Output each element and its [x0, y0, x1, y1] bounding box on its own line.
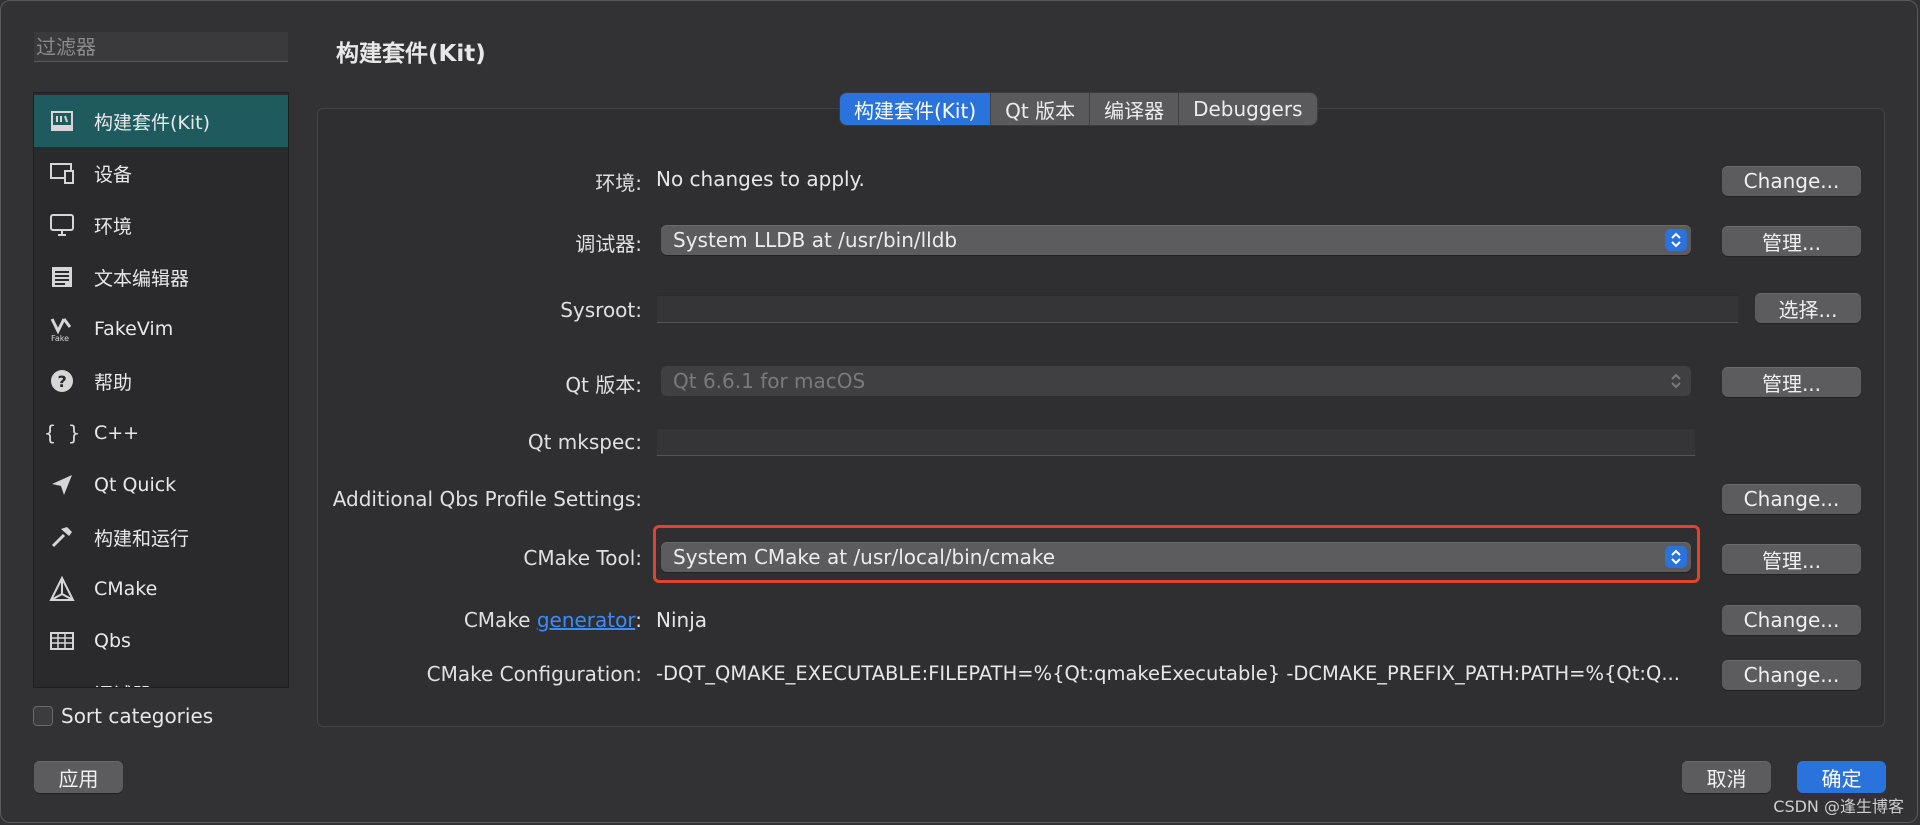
- kit-icon: [48, 107, 76, 135]
- svg-text:?: ?: [58, 372, 67, 391]
- qbs-settings-label: Additional Qbs Profile Settings:: [332, 487, 642, 511]
- qbs-change-button[interactable]: Change...: [1722, 484, 1861, 514]
- sidebar-item-fakevim[interactable]: Fake FakeVim: [34, 303, 288, 355]
- debugger-manage-button[interactable]: 管理...: [1722, 226, 1861, 256]
- sysroot-label: Sysroot:: [560, 298, 642, 322]
- sidebar-item-label: 帮助: [94, 371, 133, 394]
- sidebar-item-environment[interactable]: 环境: [34, 199, 288, 251]
- qt-quick-icon: [48, 471, 76, 499]
- watermark: CSDN @逢生博客: [1773, 797, 1904, 816]
- cmake-generator-label-suffix: :: [635, 608, 642, 632]
- debugger-icon: [48, 679, 76, 687]
- help-icon: ?: [48, 367, 76, 395]
- page-title: 构建套件(Kit): [336, 41, 486, 67]
- qt-version-select-value: Qt 6.6.1 for macOS: [673, 369, 866, 393]
- cmake-tool-select[interactable]: System CMake at /usr/local/bin/cmake: [661, 542, 1691, 572]
- sidebar-item-label: 构建套件(Kit): [94, 111, 211, 134]
- sidebar-item-label: 设备: [94, 163, 133, 186]
- debugger-select[interactable]: System LLDB at /usr/bin/lldb: [661, 225, 1691, 255]
- cancel-button[interactable]: 取消: [1682, 761, 1771, 793]
- tab-compilers[interactable]: 编译器: [1090, 93, 1180, 125]
- sidebar-item-label: 文本编辑器: [94, 267, 190, 290]
- tab-debuggers[interactable]: Debuggers: [1179, 93, 1316, 125]
- environment-label: 环境:: [595, 171, 642, 195]
- kit-settings-panel: [317, 108, 1885, 727]
- tab-kits[interactable]: 构建套件(Kit): [840, 93, 992, 125]
- generator-link[interactable]: generator: [537, 608, 635, 632]
- sidebar-item-devices[interactable]: 设备: [34, 147, 288, 199]
- cmake-tool-label: CMake Tool:: [523, 546, 642, 570]
- sidebar-item-label: C++: [94, 422, 140, 444]
- svg-text:Fake: Fake: [51, 334, 69, 342]
- cmake-config-value: -DQT_QMAKE_EXECUTABLE:FILEPATH=%{Qt:qmak…: [656, 662, 1680, 685]
- sidebar-item-qbs[interactable]: Qbs: [34, 615, 288, 667]
- cmake-tool-select-value: System CMake at /usr/local/bin/cmake: [673, 545, 1056, 569]
- sidebar-item-kits[interactable]: 构建套件(Kit): [34, 95, 288, 147]
- tab-bar: 构建套件(Kit) Qt 版本 编译器 Debuggers: [840, 93, 1317, 125]
- sidebar-item-label: 环境: [94, 215, 133, 238]
- sidebar-item-cpp[interactable]: { } C++: [34, 407, 288, 459]
- cmake-generator-label: CMake generator:: [464, 608, 642, 632]
- sidebar-item-text-editor[interactable]: 文本编辑器: [34, 251, 288, 303]
- qbs-icon: [48, 627, 76, 655]
- category-sidebar[interactable]: 构建套件(Kit) 设备 环境 文本编辑器 Fake FakeVim ? 帮助 …: [33, 92, 289, 688]
- qt-version-label: Qt 版本:: [565, 373, 642, 397]
- cmake-tool-manage-button[interactable]: 管理...: [1722, 544, 1861, 574]
- select-arrows-icon: [1665, 229, 1687, 251]
- cmake-generator-label-prefix: CMake: [463, 608, 537, 632]
- sidebar-item-build-run[interactable]: 构建和运行: [34, 511, 288, 563]
- braces-icon: { }: [43, 421, 81, 445]
- cmake-generator-value: Ninja: [656, 608, 708, 632]
- tab-qt-versions[interactable]: Qt 版本: [991, 93, 1091, 125]
- sidebar-item-label: 调试器: [94, 680, 151, 688]
- cmake-config-label: CMake Configuration:: [426, 662, 642, 686]
- sidebar-item-help[interactable]: ? 帮助: [34, 355, 288, 407]
- filter-input[interactable]: [34, 32, 288, 62]
- cmake-icon: [48, 575, 76, 603]
- sysroot-input[interactable]: [657, 295, 1738, 323]
- environment-value: No changes to apply.: [656, 167, 865, 191]
- sysroot-browse-button[interactable]: 选择...: [1755, 293, 1861, 323]
- sidebar-item-label: FakeVim: [94, 318, 174, 340]
- ok-button[interactable]: 确定: [1797, 761, 1886, 793]
- select-arrows-icon: [1665, 546, 1687, 568]
- cmake-config-change-button[interactable]: Change...: [1722, 660, 1861, 690]
- fakevim-icon: Fake: [48, 315, 76, 343]
- device-icon: [48, 159, 76, 187]
- select-arrows-icon: [1665, 370, 1687, 392]
- sort-categories-row[interactable]: Sort categories: [33, 704, 213, 728]
- debugger-label: 调试器:: [575, 232, 642, 256]
- mkspec-label: Qt mkspec:: [527, 430, 642, 454]
- sidebar-item-qt-quick[interactable]: Qt Quick: [34, 459, 288, 511]
- monitor-icon: [48, 211, 76, 239]
- sidebar-item-label: Qt Quick: [94, 474, 177, 496]
- sidebar-item-label: CMake: [94, 578, 158, 600]
- qt-version-manage-button[interactable]: 管理...: [1722, 367, 1861, 397]
- cmake-generator-change-button[interactable]: Change...: [1722, 605, 1861, 635]
- hammer-icon: [48, 523, 76, 551]
- debugger-select-value: System LLDB at /usr/bin/lldb: [673, 228, 958, 252]
- qt-version-select[interactable]: Qt 6.6.1 for macOS: [661, 366, 1691, 396]
- text-editor-icon: [48, 263, 76, 291]
- sidebar-item-label: 构建和运行: [94, 527, 190, 550]
- sidebar-item-label: Qbs: [94, 630, 131, 652]
- mkspec-input[interactable]: [657, 428, 1695, 456]
- sort-categories-checkbox[interactable]: [33, 706, 53, 726]
- environment-change-button[interactable]: Change...: [1722, 166, 1861, 196]
- apply-button[interactable]: 应用: [34, 761, 123, 793]
- sort-categories-label: Sort categories: [61, 704, 214, 728]
- sidebar-item-cmake[interactable]: CMake: [34, 563, 288, 615]
- sidebar-item-debugger[interactable]: 调试器: [34, 667, 288, 688]
